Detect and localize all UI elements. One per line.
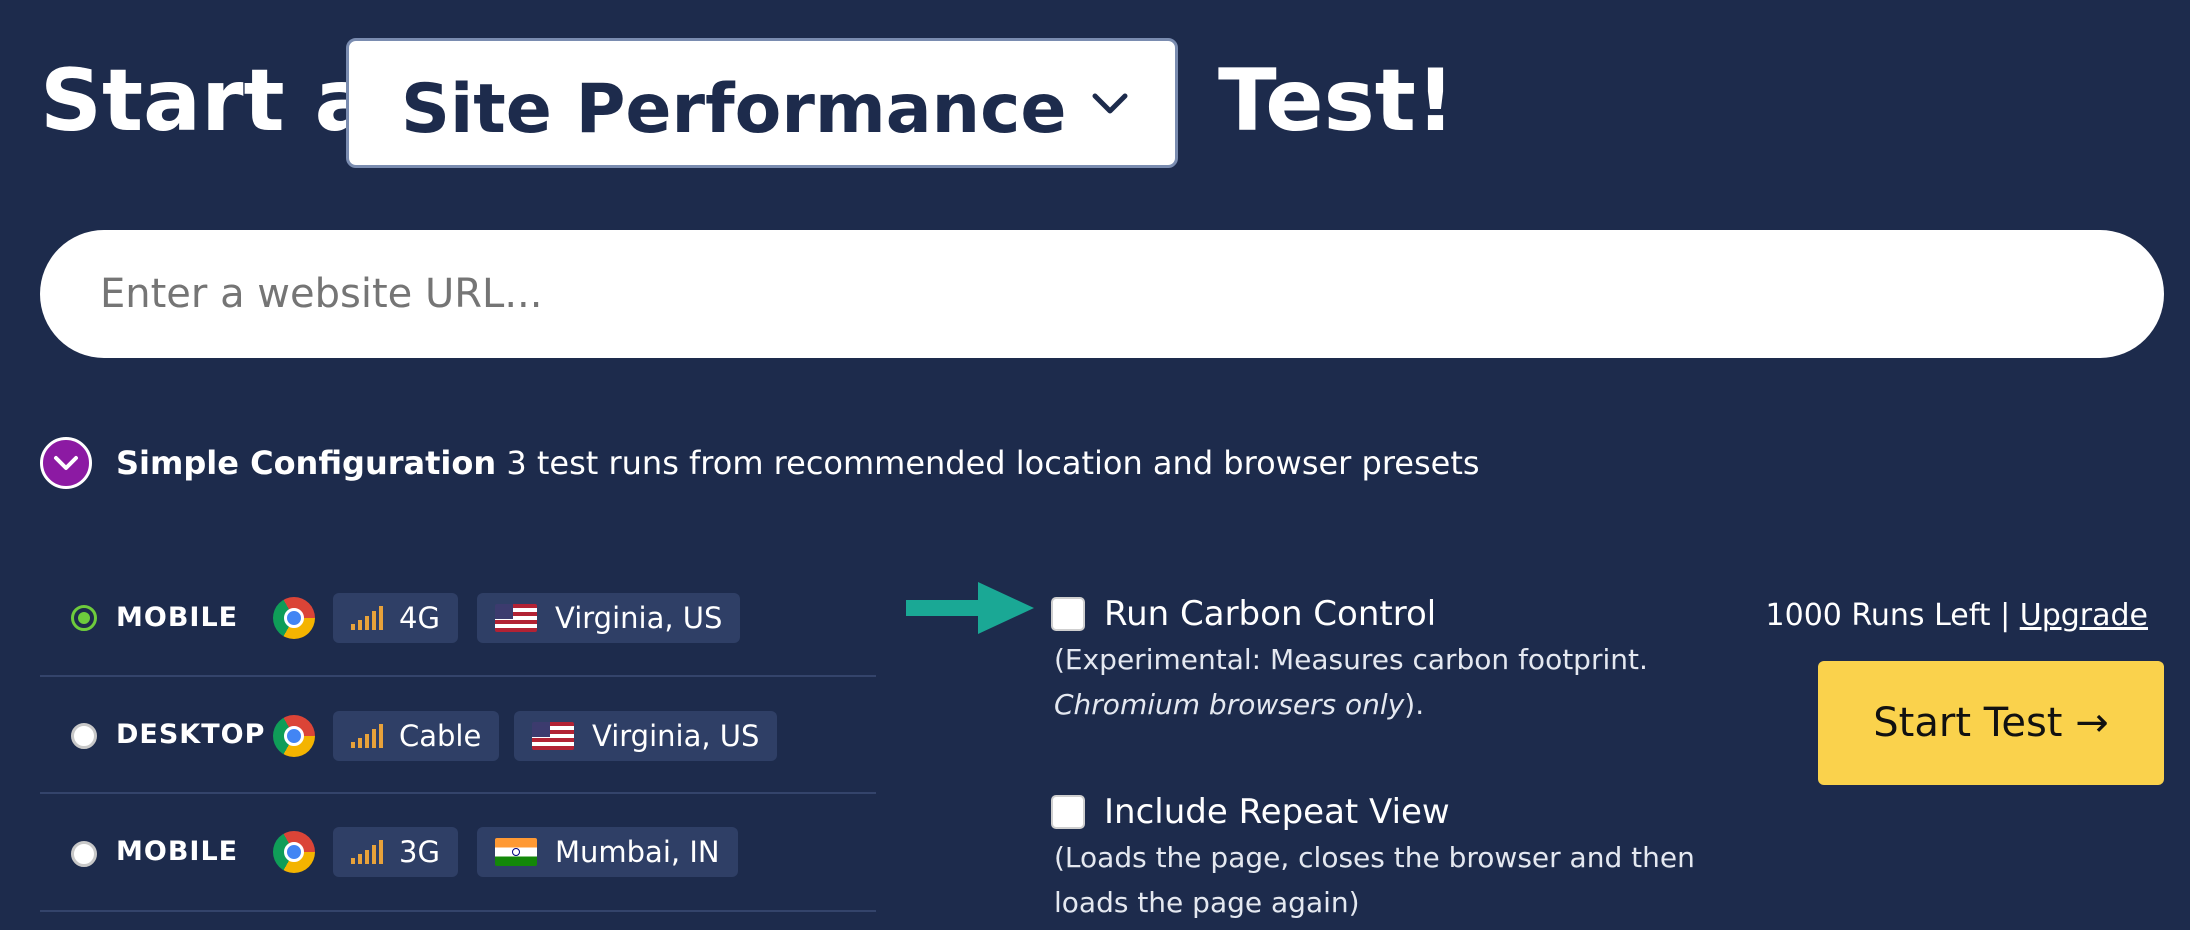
preset-device-2: DESKTOP	[116, 719, 266, 750]
preset-radio-1[interactable]	[71, 605, 97, 631]
connection-label: 4G	[399, 601, 440, 635]
connection-pill: 4G	[333, 593, 458, 643]
start-test-button[interactable]: Start Test →	[1818, 661, 2164, 785]
chrome-icon	[273, 715, 315, 757]
repeat-view-label[interactable]: Include Repeat View	[1104, 795, 1450, 829]
upgrade-link[interactable]: Upgrade	[2020, 598, 2148, 633]
carbon-control-checkbox[interactable]	[1051, 597, 1085, 631]
location-label: Virginia, US	[592, 719, 760, 753]
connection-label: 3G	[399, 835, 440, 869]
connection-pill: Cable	[333, 711, 500, 761]
location-label: Mumbai, IN	[555, 835, 720, 869]
chevron-down-icon	[1092, 93, 1128, 114]
repeat-view-checkbox[interactable]	[1051, 795, 1085, 829]
preset-device-1: MOBILE	[116, 602, 239, 633]
config-heading[interactable]: Simple Configuration 3 test runs from re…	[116, 444, 1480, 482]
carbon-desc-italic: Chromium browsers only	[1054, 688, 1405, 721]
location-label: Virginia, US	[555, 601, 723, 635]
signal-bars-icon	[351, 840, 383, 864]
config-description: 3 test runs from recommended location an…	[506, 444, 1480, 482]
heading-suffix: Test!	[1218, 51, 1456, 151]
carbon-desc-prefix: (Experimental: Measures carbon footprint…	[1054, 643, 1648, 676]
us-flag-icon	[532, 722, 574, 750]
row-divider	[40, 910, 876, 912]
india-flag-icon	[495, 838, 537, 866]
carbon-control-description: (Experimental: Measures carbon footprint…	[1054, 637, 1754, 727]
runs-separator: |	[2000, 598, 2011, 633]
test-type-value: Site Performance	[401, 70, 1067, 149]
row-divider	[40, 675, 876, 677]
connection-label: Cable	[399, 719, 482, 753]
heading-prefix: Start a	[40, 51, 373, 151]
connection-pill: 3G	[333, 827, 458, 877]
preset-radio-2[interactable]	[71, 723, 97, 749]
preset-device-3: MOBILE	[116, 836, 239, 867]
config-title: Simple Configuration	[116, 444, 497, 482]
chrome-icon	[273, 597, 315, 639]
location-pill: Virginia, US	[477, 593, 741, 643]
location-pill: Mumbai, IN	[477, 827, 738, 877]
repeat-view-description: (Loads the page, closes the browser and …	[1054, 841, 1695, 919]
url-input[interactable]	[40, 230, 2164, 358]
chrome-icon	[273, 831, 315, 873]
signal-bars-icon	[351, 606, 383, 630]
runs-left-count: 1000 Runs Left	[1765, 598, 1991, 633]
us-flag-icon	[495, 604, 537, 632]
carbon-control-label[interactable]: Run Carbon Control	[1104, 597, 1436, 631]
config-toggle-button[interactable]	[40, 437, 92, 489]
signal-bars-icon	[351, 724, 383, 748]
chevron-down-icon	[54, 456, 78, 470]
row-divider	[40, 792, 876, 794]
carbon-desc-suffix: ).	[1404, 688, 1425, 721]
runs-left-info: 1000 Runs Left | Upgrade	[1766, 598, 2148, 633]
arrow-right-icon	[906, 582, 1034, 634]
location-pill: Virginia, US	[514, 711, 778, 761]
preset-radio-3[interactable]	[71, 841, 97, 867]
test-type-select[interactable]: Site Performance	[346, 38, 1178, 168]
